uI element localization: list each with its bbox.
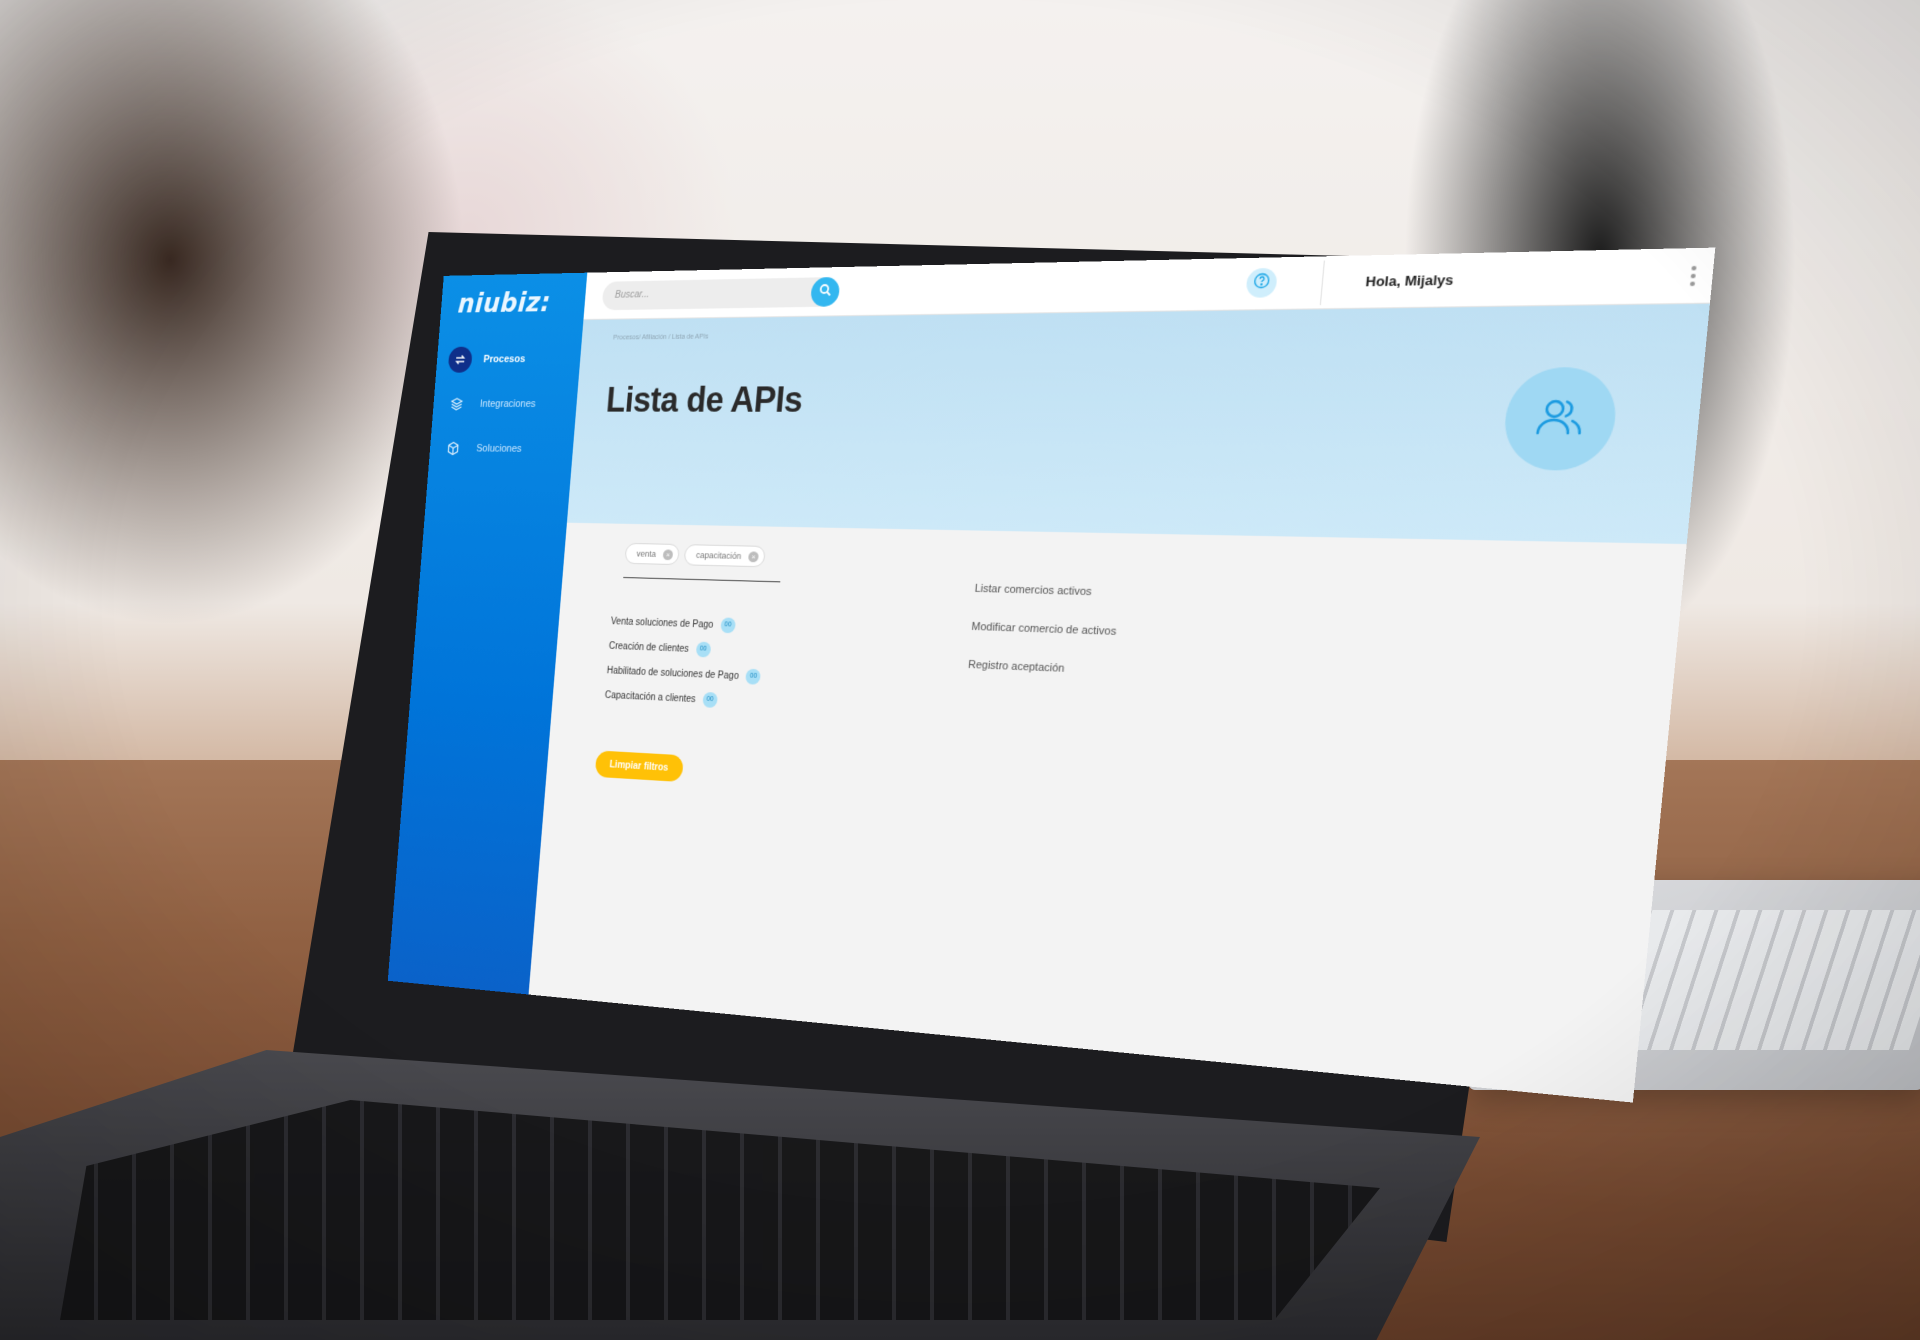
breadcrumb[interactable]: Procesos/ Afiliación / Lista de APIs [613, 334, 709, 342]
list-item[interactable]: Modificar comercio de activos [969, 621, 1117, 665]
close-icon[interactable]: × [663, 549, 674, 560]
filter-chip[interactable]: venta × [624, 543, 680, 565]
count-badge: 00 [720, 617, 736, 633]
count-badge: 00 [702, 692, 718, 708]
sidebar-item-label: Soluciones [476, 443, 522, 454]
filter-label: Habilitado de soluciones de Pago [606, 665, 739, 681]
sidebar-nav: Procesos Integraciones Soluciones [429, 340, 582, 468]
sidebar-item-procesos[interactable]: Procesos [436, 340, 582, 378]
laptop-screen: niubiz: Procesos Integraciones Solucione… [310, 265, 1580, 1035]
layers-icon [444, 391, 469, 417]
list-item[interactable]: Listar comercios activos [972, 583, 1120, 626]
count-badge: 00 [745, 669, 761, 685]
api-list: Listar comercios activos Modificar comer… [965, 583, 1120, 704]
list-item[interactable]: Registro aceptación [965, 659, 1113, 704]
app-window: niubiz: Procesos Integraciones Solucione… [388, 248, 1716, 1103]
chip-label: capacitación [696, 550, 742, 561]
search-button[interactable] [810, 277, 841, 307]
search-input[interactable]: Buscar... [602, 277, 839, 310]
clear-filters-button[interactable]: Limpiar filtros [595, 750, 684, 782]
filter-chip[interactable]: capacitación × [684, 544, 766, 567]
sidebar-item-integraciones[interactable]: Integraciones [432, 385, 578, 423]
cube-icon [441, 435, 466, 461]
more-options-icon[interactable] [1690, 266, 1697, 286]
content-area: venta × capacitación × Venta soluciones … [529, 523, 1687, 1103]
count-badge: 00 [695, 642, 711, 658]
user-greeting[interactable]: Hola, Mijalys [1365, 272, 1454, 290]
sidebar-item-label: Procesos [483, 354, 526, 366]
page-header: Procesos/ Afiliación / Lista de APIs Lis… [567, 304, 1710, 544]
help-button[interactable] [1245, 268, 1278, 298]
divider [1320, 261, 1325, 306]
niubiz-logo[interactable]: niubiz: [440, 286, 586, 319]
category-filter-list: Venta soluciones de Pago 00 Creación de … [604, 609, 766, 715]
swap-arrows-icon [448, 347, 473, 373]
filter-chips: venta × capacitación × [624, 543, 766, 567]
users-icon [1501, 367, 1620, 471]
sidebar-item-label: Integraciones [479, 398, 536, 409]
page-title: Lista de APIs [605, 379, 804, 420]
chip-label: venta [636, 549, 656, 559]
chips-input-underline [623, 577, 780, 582]
search-icon [818, 282, 833, 301]
question-icon [1252, 272, 1271, 294]
filter-label: Venta soluciones de Pago [610, 616, 713, 630]
filter-label: Capacitación a clientes [604, 690, 696, 705]
close-icon[interactable]: × [748, 551, 759, 562]
sidebar-item-soluciones[interactable]: Soluciones [429, 430, 575, 468]
filter-label: Creación de clientes [608, 641, 689, 655]
